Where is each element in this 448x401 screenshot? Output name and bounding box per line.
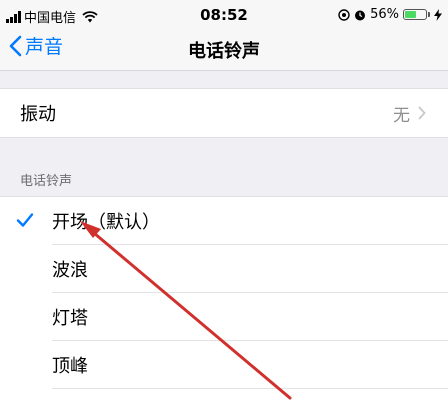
battery-percent: 56% bbox=[370, 7, 399, 22]
page-title: 电话铃声 bbox=[188, 41, 260, 62]
vibration-row[interactable]: 振动 无 bbox=[0, 89, 448, 137]
vibration-label: 振动 bbox=[20, 104, 56, 125]
ringtone-label: 波浪 bbox=[52, 260, 88, 281]
ringtone-label: 开场（默认） bbox=[52, 212, 160, 233]
vibration-group: 振动 无 bbox=[0, 88, 448, 138]
battery-fill bbox=[405, 11, 416, 18]
ringtone-item[interactable]: 灯塔 bbox=[0, 293, 448, 341]
alarm-icon bbox=[355, 10, 366, 20]
battery-icon bbox=[403, 9, 427, 20]
navigation-bar: 声音 电话铃声 bbox=[0, 30, 448, 71]
checkmark-icon bbox=[16, 213, 34, 227]
battery-tip bbox=[428, 12, 430, 17]
location-icon bbox=[338, 8, 350, 21]
ringtone-list: 开场（默认） 波浪 灯塔 顶峰 bbox=[0, 196, 448, 401]
charging-icon bbox=[434, 8, 442, 21]
status-right: 56% bbox=[338, 7, 442, 22]
ringtone-item[interactable]: 顶峰 bbox=[0, 341, 448, 389]
vibration-value-wrap: 无 bbox=[393, 101, 426, 126]
ringtone-label: 灯塔 bbox=[52, 308, 88, 329]
ringtone-item[interactable]: 开场（默认） bbox=[0, 197, 448, 245]
chevron-right-icon bbox=[418, 106, 426, 120]
vibration-value: 无 bbox=[393, 105, 410, 126]
ringtone-label: 顶峰 bbox=[52, 356, 88, 377]
ringtone-item[interactable]: 波浪 bbox=[0, 245, 448, 293]
status-bar: 中国电信 08:52 56% bbox=[0, 0, 448, 30]
ringtone-section-header: 电话铃声 bbox=[20, 174, 73, 189]
